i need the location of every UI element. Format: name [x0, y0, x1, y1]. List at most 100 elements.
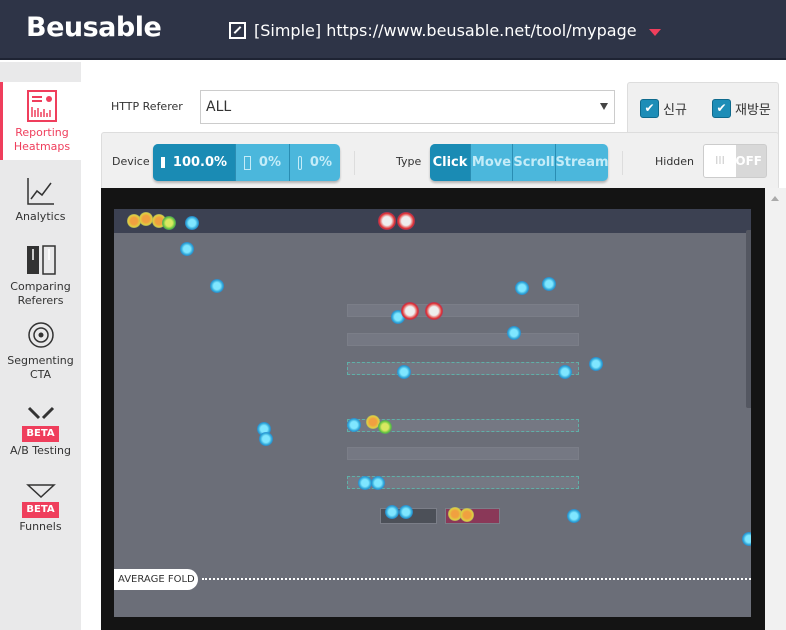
average-fold-line: AVERAGE FOLD: [114, 569, 751, 590]
heat-spot: [542, 277, 556, 291]
heat-spot: [259, 432, 273, 446]
heat-spot: [139, 212, 153, 226]
line-chart-icon: [26, 178, 54, 205]
type-group: Click Move Scroll Stream: [430, 144, 608, 181]
heat-spot: [378, 420, 392, 434]
heat-spot: [515, 281, 529, 295]
type-label: Type: [396, 155, 422, 168]
heat-spot: [460, 508, 474, 522]
sidebar: Reporting Heatmaps Analytics Comparing R…: [0, 62, 81, 630]
preview-field: [347, 362, 579, 375]
sidebar-item-label: Funnels: [19, 520, 62, 533]
type-click-button[interactable]: Click: [430, 144, 470, 181]
divider: [354, 151, 355, 175]
referer-select[interactable]: ALL: [200, 90, 615, 124]
heat-spot: [185, 216, 199, 230]
heat-spot: [397, 212, 415, 230]
mobile-icon: [298, 155, 302, 170]
heat-spot: [425, 302, 443, 320]
heat-spot: [378, 212, 396, 230]
device-share: 0%: [258, 155, 281, 170]
hidden-toggle[interactable]: III OFF: [703, 144, 767, 178]
type-stream-button[interactable]: Stream: [555, 144, 608, 181]
sidebar-item-funnels[interactable]: BETA Funnels: [0, 484, 81, 534]
sidebar-item-label: Comparing Referers: [10, 280, 71, 307]
sidebar-item-label: Reporting Heatmaps: [13, 126, 71, 153]
hidden-label: Hidden: [655, 155, 695, 168]
compare-icon: [26, 245, 56, 275]
heatmap-viewport: H C AVERAGE FOLD: [101, 188, 765, 630]
heatmap-legend: H C: [746, 230, 751, 408]
dropdown-caret-icon[interactable]: [648, 29, 661, 36]
new-visitor-checkbox[interactable]: ✔ 신규: [640, 99, 687, 118]
legend-low-label: C: [746, 384, 752, 395]
heat-spot: [558, 365, 572, 379]
sidebar-item-segmenting-cta[interactable]: Segmenting CTA: [0, 320, 81, 382]
dropdown-arrow-icon: [600, 103, 608, 110]
heat-spot: [371, 476, 385, 490]
beta-badge: BETA: [22, 502, 59, 518]
legend-high-label: H: [746, 242, 751, 253]
funnel-icon: [25, 484, 56, 498]
device-share: 100.0%: [172, 155, 228, 170]
preview-field: [347, 333, 579, 346]
sidebar-item-comparing-referers[interactable]: Comparing Referers: [0, 244, 81, 308]
target-icon: [27, 322, 54, 348]
sidebar-item-label: A/B Testing: [10, 444, 71, 457]
heatmap-toolbar: Device 100.0% 0% 0% Type Click Move Scro…: [101, 132, 779, 190]
preview-field: [347, 447, 579, 460]
toggle-state: OFF: [735, 154, 762, 168]
device-mobile-button[interactable]: 0%: [289, 144, 340, 181]
heatmap-page-preview[interactable]: H C AVERAGE FOLD: [114, 209, 751, 617]
heat-spot: [358, 476, 372, 490]
check-icon: ✔: [640, 99, 659, 118]
external-link-icon[interactable]: [229, 22, 246, 39]
returning-visitor-checkbox[interactable]: ✔ 재방문: [712, 99, 771, 118]
referer-value: ALL: [206, 99, 232, 115]
scrollbar[interactable]: [765, 188, 786, 630]
sidebar-item-analytics[interactable]: Analytics: [0, 176, 81, 224]
heat-spot: [397, 365, 411, 379]
heat-spot: [210, 279, 224, 293]
preview-site-header: [114, 209, 751, 233]
device-tablet-button[interactable]: 0%: [235, 144, 289, 181]
device-share: 0%: [309, 155, 332, 170]
heat-spot: [567, 509, 581, 523]
heat-spot: [507, 326, 521, 340]
heat-spot: [399, 505, 413, 519]
heat-spot: [162, 216, 176, 230]
ab-arrows-icon: [27, 406, 54, 420]
heat-spot: [385, 505, 399, 519]
fold-dotted-line: [202, 578, 751, 580]
preview-field: [347, 304, 579, 317]
sidebar-item-label: Analytics: [15, 210, 66, 223]
referer-label: HTTP Referer: [111, 100, 183, 113]
sidebar-item-ab-testing[interactable]: BETA A/B Testing: [0, 406, 81, 458]
check-icon: ✔: [712, 99, 731, 118]
type-move-button[interactable]: Move: [470, 144, 512, 181]
page-selector[interactable]: [Simple] https://www.beusable.net/tool/m…: [229, 21, 661, 40]
heat-spot: [180, 242, 194, 256]
sidebar-item-reporting-heatmaps[interactable]: Reporting Heatmaps: [0, 82, 81, 160]
heat-spot: [347, 418, 361, 432]
heat-spot: [742, 532, 751, 546]
type-scroll-button[interactable]: Scroll: [512, 144, 555, 181]
checkbox-label: 재방문: [735, 103, 771, 118]
top-header: Beusable [Simple] https://www.beusable.n…: [0, 0, 786, 60]
average-fold-label: AVERAGE FOLD: [114, 569, 198, 590]
heat-spot: [401, 302, 419, 320]
tablet-icon: [244, 155, 251, 170]
sidebar-item-label: Segmenting CTA: [7, 354, 74, 381]
device-label: Device: [112, 155, 150, 168]
heatmap-report-icon: [27, 90, 57, 122]
device-desktop-button[interactable]: 100.0%: [153, 144, 235, 181]
heat-spot: [589, 357, 603, 371]
divider: [622, 151, 623, 175]
device-group: 100.0% 0% 0%: [153, 144, 340, 181]
desktop-icon: [160, 157, 165, 168]
scroll-up-icon[interactable]: [771, 196, 779, 201]
logo[interactable]: Beusable: [26, 12, 162, 43]
beta-badge: BETA: [22, 426, 59, 442]
page-url: [Simple] https://www.beusable.net/tool/m…: [254, 21, 637, 40]
checkbox-label: 신규: [663, 103, 687, 118]
